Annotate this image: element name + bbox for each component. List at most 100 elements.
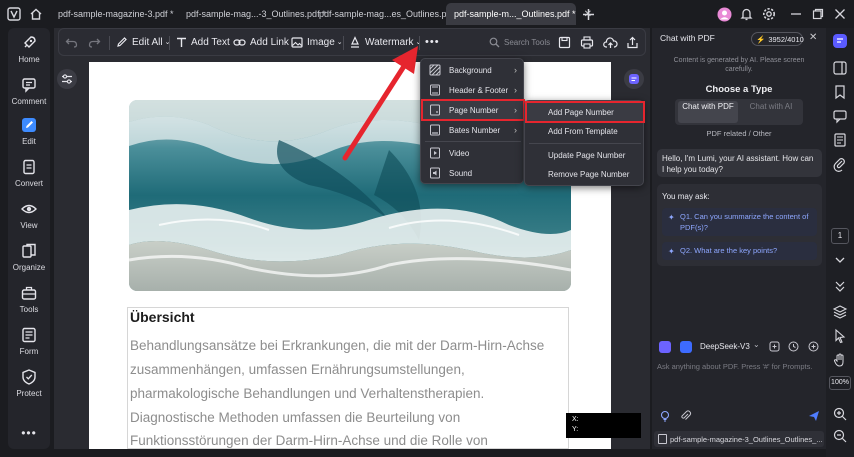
menu-item-video[interactable]: Video: [423, 144, 523, 162]
add-text-button[interactable]: Add Text: [176, 29, 230, 55]
ai-notice: Content is generated by AI. Please scree…: [673, 57, 805, 73]
share-icon[interactable]: [626, 29, 643, 55]
search-icon: [489, 37, 500, 47]
chevron-down-icon[interactable]: [832, 252, 848, 268]
paragraph-line[interactable]: pharmakologische Behandlungen und Verhal…: [130, 386, 484, 401]
paragraph-line[interactable]: zusammenhängen, umfassen Ernährungsumste…: [130, 362, 465, 377]
pages-stack-icon[interactable]: [832, 304, 848, 320]
attached-file-name: pdf-sample-magazine-3_Outlines_Outlines_…: [670, 435, 822, 444]
tab-label: pdf-sample-m..._Outlines.pdf *: [454, 9, 576, 19]
sidebar-item-view[interactable]: View: [8, 200, 50, 230]
sidebar-item-form[interactable]: Form: [8, 326, 50, 356]
menu-item-sound[interactable]: Sound: [423, 164, 523, 182]
chat-with-ai-option[interactable]: Chat with AI: [741, 101, 801, 123]
sidebar-item-convert[interactable]: Convert: [8, 158, 50, 188]
menu-item-bates-number[interactable]: Bates Number ›: [423, 121, 523, 139]
sidebar-item-edit[interactable]: Edit: [8, 116, 50, 146]
ai-chat-icon[interactable]: [832, 33, 848, 49]
update-page-number-item[interactable]: Update Page Number: [527, 146, 643, 164]
model-selector[interactable]: DeepSeek-V3: [700, 342, 750, 351]
panel-icon[interactable]: [832, 60, 848, 76]
settings-gear-icon[interactable]: [761, 6, 777, 22]
ai-logo-icon: [659, 341, 671, 353]
tab-1[interactable]: pdf-sample-magazine-3.pdf *: [50, 3, 182, 25]
add-text-label: Add Text: [191, 36, 230, 48]
question-1-text: Q1. Can you summarize the content of PDF…: [680, 212, 809, 232]
send-icon[interactable]: [808, 410, 820, 422]
add-from-template-item[interactable]: Add From Template: [527, 122, 643, 140]
sparkle-icon: ✦: [668, 213, 675, 222]
zoom-in-icon[interactable]: [832, 406, 848, 422]
comments-icon[interactable]: [832, 108, 848, 124]
type-description: PDF related / Other: [706, 129, 772, 138]
menu-item-header-footer[interactable]: Header & Footer ›: [423, 81, 523, 99]
more-options-icon[interactable]: •••: [8, 426, 50, 440]
close-chat-icon[interactable]: ✕: [809, 32, 817, 43]
chat-with-pdf-option[interactable]: Chat with PDF: [678, 101, 738, 123]
zoom-level[interactable]: 100%: [829, 376, 851, 390]
adjust-sliders-icon[interactable]: [57, 69, 77, 89]
remove-page-number-item[interactable]: Remove Page Number: [527, 165, 643, 183]
redo-icon[interactable]: [88, 29, 105, 55]
hand-pan-icon[interactable]: [832, 352, 848, 368]
menu-item-label: Background: [449, 65, 492, 75]
print-icon[interactable]: [580, 29, 598, 55]
paperclip-icon[interactable]: [832, 156, 848, 172]
convert-icon: [20, 158, 38, 176]
select-cursor-icon[interactable]: [832, 328, 848, 344]
edit-all-button[interactable]: Edit All ⌄: [116, 29, 170, 55]
question-1-chip[interactable]: ✦ Q1. Can you summarize the content of PD…: [662, 208, 817, 236]
add-circle-icon[interactable]: [808, 341, 819, 352]
sidebar-item-organize[interactable]: Organize: [8, 242, 50, 272]
menu-item-label: Page Number: [449, 105, 499, 115]
form-fields-icon[interactable]: [832, 132, 848, 148]
question-2-chip[interactable]: ✦ Q2. What are the key points?: [662, 242, 817, 260]
tab-3[interactable]: pdf-sample-mag...es_Outlines.pdf *: [311, 3, 468, 25]
sidebar-label: Tools: [19, 305, 39, 314]
text-box[interactable]: [127, 307, 569, 449]
app-logo-icon[interactable]: [6, 6, 22, 22]
tab-label: pdf-sample-mag...-3_Outlines.pdf *: [186, 9, 326, 19]
ai-assistant-icon[interactable]: [624, 69, 644, 89]
add-page-number-item[interactable]: Add Page Number: [525, 101, 645, 123]
sidebar-item-tools[interactable]: Tools: [8, 284, 50, 314]
section-heading[interactable]: Übersicht: [130, 309, 195, 325]
page-number-field[interactable]: 1: [831, 228, 849, 244]
sidebar-item-home[interactable]: Home: [8, 34, 50, 64]
restore-icon[interactable]: [810, 6, 826, 22]
chevron-down-icon[interactable]: ⌄: [753, 340, 760, 349]
choose-type-heading: Choose a Type: [705, 84, 773, 95]
paragraph-line[interactable]: Behandlungsansätze bei Erkrankungen, die…: [130, 338, 544, 353]
chat-input[interactable]: Ask anything about PDF. Press '#' for Pr…: [657, 362, 822, 371]
attachment-icon[interactable]: [680, 410, 692, 422]
menu-item-page-number[interactable]: Page Number ›: [421, 99, 525, 121]
new-tab-icon[interactable]: [580, 6, 596, 22]
sidebar-label: Home: [18, 55, 40, 64]
zoom-out-icon[interactable]: [832, 428, 848, 444]
paragraph-line[interactable]: Funktionsstörungen der Darm-Hirn-Achse u…: [130, 433, 488, 448]
sidebar-item-protect[interactable]: Protect: [8, 368, 50, 398]
cloud-upload-icon[interactable]: [603, 29, 622, 55]
undo-icon[interactable]: [65, 29, 82, 55]
menu-divider: [425, 141, 521, 142]
credits-badge[interactable]: ⚡ 3952/4010: [751, 32, 804, 46]
scroll-down-icon[interactable]: [832, 278, 848, 294]
minimize-icon[interactable]: [788, 6, 804, 22]
history-clock-icon[interactable]: [788, 341, 799, 352]
close-window-icon[interactable]: [832, 6, 848, 22]
save-icon[interactable]: [558, 29, 575, 55]
home-icon[interactable]: [28, 6, 44, 22]
search-tools-input[interactable]: Search Tools: [489, 29, 550, 55]
tab-4-active[interactable]: pdf-sample-m..._Outlines.pdf *✕: [446, 3, 592, 25]
new-chat-icon[interactable]: [769, 341, 780, 352]
menu-item-background[interactable]: Background ›: [423, 61, 523, 79]
sidebar-item-comment[interactable]: Comment: [8, 76, 50, 106]
chevron-right-icon: ›: [514, 125, 517, 135]
shield-icon: [20, 368, 38, 386]
lightbulb-icon[interactable]: [659, 410, 671, 422]
avatar[interactable]: [716, 6, 732, 22]
add-link-button[interactable]: Add Link: [233, 29, 289, 55]
bell-icon[interactable]: [738, 6, 754, 22]
paragraph-line[interactable]: Diagnostische Methoden umfassen die Beur…: [130, 410, 460, 425]
bookmark-icon[interactable]: [832, 84, 848, 100]
